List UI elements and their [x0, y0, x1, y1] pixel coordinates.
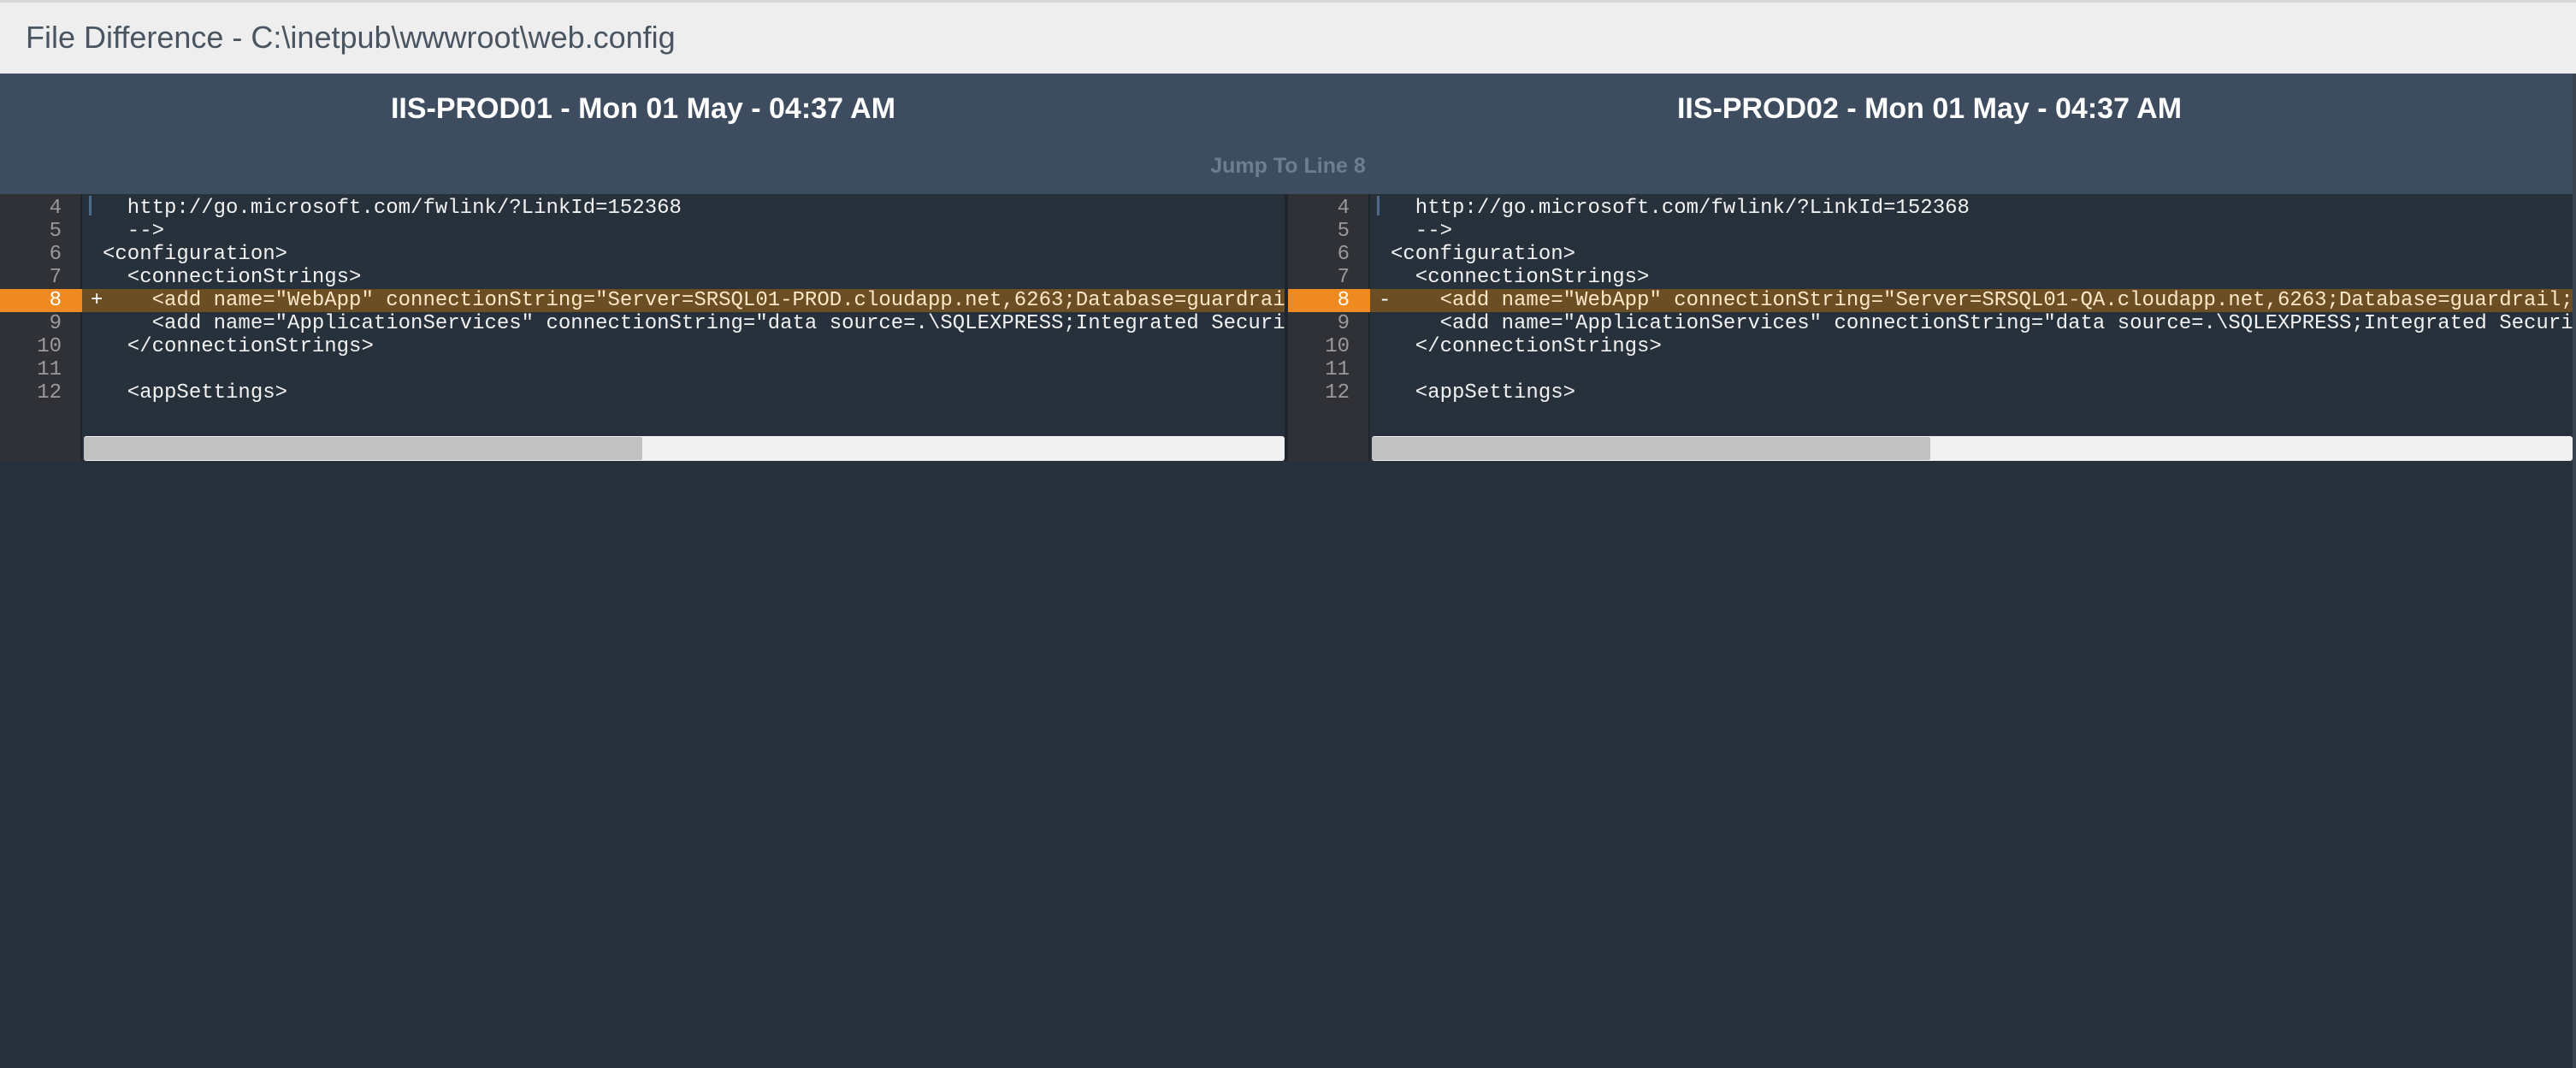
code-line: 11 [0, 358, 1285, 381]
line-text: </connectionStrings> [1391, 335, 1662, 358]
code-line: 10 </connectionStrings> [1288, 335, 2573, 358]
changed-code-line: 8 - <add name="WebApp" connectionString="… [1288, 289, 2573, 312]
line-number: 6 [49, 243, 62, 266]
left-horizontal-scrollbar[interactable] [84, 436, 1285, 461]
line-text: <add name="WebApp" connectionString="Ser… [103, 289, 1285, 312]
line-number: 4 [1337, 197, 1350, 220]
line-number: 6 [1337, 243, 1350, 266]
line-number: 12 [37, 381, 62, 404]
line-text: --> [103, 220, 165, 243]
changed-code-line: 8 + <add name="WebApp" connectionString="… [0, 289, 1285, 312]
code-line: 7 <connectionStrings> [0, 266, 1285, 289]
line-number: 10 [1325, 335, 1350, 358]
code-line: 12 <appSettings> [1288, 381, 2573, 404]
code-line: 5 --> [1288, 220, 2573, 243]
line-text: <configuration> [103, 243, 288, 266]
title-bar: File Difference - C:\inetpub\wwwroot\web… [0, 0, 2576, 74]
right-server-title: IIS-PROD02 - Mon 01 May - 04:37 AM [1676, 92, 2183, 125]
line-text: <add name="WebApp" connectionString="Ser… [1391, 289, 2573, 312]
line-number: 5 [49, 220, 62, 243]
code-line: 9 <add name="ApplicationServices" connec… [1288, 312, 2573, 335]
window-right-edge [2573, 74, 2576, 1068]
added-marker: + [91, 289, 103, 312]
left-scrollbar-thumb[interactable] [84, 437, 642, 460]
line-text: <add name="ApplicationServices" connecti… [103, 312, 1285, 335]
code-line: 6 <configuration> [0, 243, 1285, 266]
line-number: 9 [49, 312, 62, 335]
code-line: 4 http://go.microsoft.com/fwlink/?LinkId… [0, 197, 1285, 220]
right-horizontal-scrollbar[interactable] [1372, 436, 2573, 461]
line-number: 9 [1337, 312, 1350, 335]
line-number: 7 [1337, 266, 1350, 289]
line-number: 7 [49, 266, 62, 289]
line-number: 8 [49, 289, 62, 312]
code-line: 11 [1288, 358, 2573, 381]
line-number: 4 [49, 197, 62, 220]
line-text: <connectionStrings> [103, 266, 362, 289]
code-line: 9 <add name="ApplicationServices" connec… [0, 312, 1285, 335]
line-text: <add name="ApplicationServices" connecti… [1391, 312, 2573, 335]
code-line: 12 <appSettings> [0, 381, 1285, 404]
diff-header: IIS-PROD01 - Mon 01 May - 04:37 AM IIS-P… [0, 74, 2576, 194]
line-text: <appSettings> [1391, 381, 1576, 404]
line-number: 12 [1325, 381, 1350, 404]
line-number: 11 [37, 358, 62, 381]
line-text: </connectionStrings> [103, 335, 374, 358]
line-number: 5 [1337, 220, 1350, 243]
left-server-title: IIS-PROD01 - Mon 01 May - 04:37 AM [390, 92, 896, 125]
code-line: 4 http://go.microsoft.com/fwlink/?LinkId… [1288, 197, 2573, 220]
line-text: <connectionStrings> [1391, 266, 1650, 289]
code-line: 10 </connectionStrings> [0, 335, 1285, 358]
right-diff-pane[interactable]: 4 http://go.microsoft.com/fwlink/?LinkId… [1288, 194, 2573, 461]
line-text: http://go.microsoft.com/fwlink/?LinkId=1… [103, 197, 682, 220]
right-scrollbar-thumb[interactable] [1372, 437, 1930, 460]
jump-to-line-link[interactable]: Jump To Line 8 [0, 154, 2576, 179]
line-text: --> [1391, 220, 1453, 243]
line-number: 10 [37, 335, 62, 358]
window-title: File Difference - C:\inetpub\wwwroot\web… [26, 20, 676, 55]
left-diff-pane[interactable]: 4 http://go.microsoft.com/fwlink/?LinkId… [0, 194, 1285, 461]
line-text: <appSettings> [103, 381, 288, 404]
line-text: <configuration> [1391, 243, 1576, 266]
line-number: 8 [1337, 289, 1350, 312]
removed-marker: - [1379, 289, 1391, 312]
line-text: http://go.microsoft.com/fwlink/?LinkId=1… [1391, 197, 1970, 220]
code-line: 5 --> [0, 220, 1285, 243]
code-line: 6 <configuration> [1288, 243, 2573, 266]
code-line: 7 <connectionStrings> [1288, 266, 2573, 289]
line-number: 11 [1325, 358, 1350, 381]
